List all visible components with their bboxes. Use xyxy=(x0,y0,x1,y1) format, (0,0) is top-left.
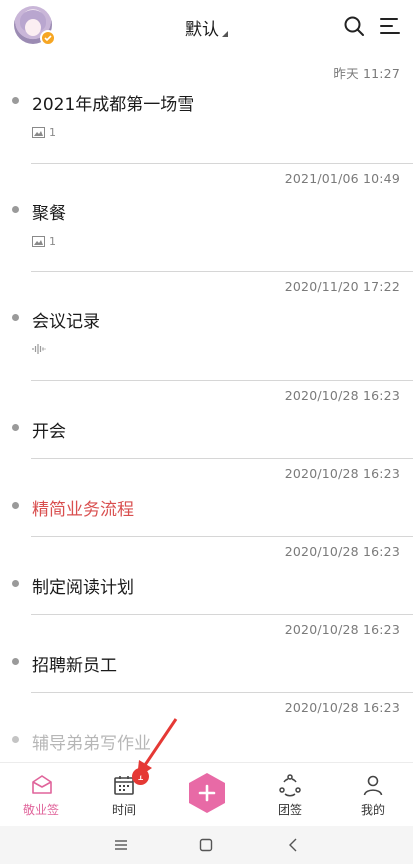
menu-icon[interactable] xyxy=(378,14,402,38)
tab-team[interactable]: 团签 xyxy=(255,763,325,827)
tab-label: 时间 xyxy=(111,803,136,817)
note-title: 开会 xyxy=(32,422,66,442)
list-item[interactable]: 2020/10/28 16:23 开会 xyxy=(0,381,413,459)
menu-nav-icon[interactable] xyxy=(114,838,128,852)
note-title: 2021年成都第一场雪 xyxy=(32,95,195,115)
notes-list: 昨天 11:27 2021年成都第一场雪 1 2021/01/06 10:49 … xyxy=(0,56,413,763)
note-time: 2020/10/28 16:23 xyxy=(284,700,400,715)
note-meta: 1 xyxy=(32,126,56,139)
note-time: 2021/01/06 10:49 xyxy=(284,171,400,186)
note-title: 辅导弟弟写作业 xyxy=(32,734,151,754)
note-title: 聚餐 xyxy=(32,204,66,224)
tab-label: 我的 xyxy=(360,803,385,817)
note-meta: 1 xyxy=(32,235,56,248)
note-time: 2020/10/28 16:23 xyxy=(284,466,400,481)
back-nav-icon[interactable] xyxy=(287,838,301,852)
note-time: 2020/11/20 17:22 xyxy=(284,279,400,294)
list-item[interactable]: 2020/10/28 16:23 制定阅读计划 xyxy=(0,537,413,615)
tab-label: 团签 xyxy=(277,803,302,817)
note-time: 2020/10/28 16:23 xyxy=(284,388,400,403)
add-icon[interactable] xyxy=(187,772,227,814)
list-item[interactable]: 2020/10/28 16:23 精简业务流程 xyxy=(0,459,413,537)
tab-profile[interactable]: 我的 xyxy=(338,763,408,827)
search-icon[interactable] xyxy=(342,14,366,38)
home-nav-icon[interactable] xyxy=(199,838,213,852)
note-title: 招聘新员工 xyxy=(32,656,117,676)
list-item[interactable]: 2020/10/28 16:23 辅导弟弟写作业 xyxy=(0,693,413,763)
bullet-dot xyxy=(12,580,19,587)
note-title: 制定阅读计划 xyxy=(32,578,134,598)
bullet-dot xyxy=(12,424,19,431)
list-item[interactable]: 昨天 11:27 2021年成都第一场雪 1 xyxy=(0,56,413,164)
tab-notes[interactable]: 敬业签 xyxy=(6,763,76,827)
team-icon xyxy=(279,774,301,797)
list-item[interactable]: 2020/10/28 16:23 招聘新员工 xyxy=(0,615,413,693)
bullet-dot xyxy=(12,97,19,104)
list-item[interactable]: 2021/01/06 10:49 聚餐 1 xyxy=(0,164,413,272)
bullet-dot xyxy=(12,206,19,213)
audio-wave-icon xyxy=(32,344,46,354)
system-nav-bar xyxy=(0,826,413,864)
note-time: 2020/10/28 16:23 xyxy=(284,622,400,637)
app-header: 默认 xyxy=(0,0,413,56)
notes-tab-icon xyxy=(32,775,52,794)
tab-time[interactable]: 时间 xyxy=(89,763,159,827)
note-title: 会议记录 xyxy=(32,312,100,332)
note-time: 2020/10/28 16:23 xyxy=(284,544,400,559)
tab-label: 敬业签 xyxy=(22,803,59,817)
note-meta xyxy=(32,343,46,355)
note-time: 昨天 11:27 xyxy=(333,66,400,81)
caret-down-icon xyxy=(222,31,228,37)
bullet-dot xyxy=(12,314,19,321)
profile-icon xyxy=(363,775,383,796)
page-title: 默认 xyxy=(185,20,219,40)
bullet-dot xyxy=(12,502,19,509)
bullet-dot xyxy=(12,658,19,665)
bullet-dot xyxy=(12,736,19,743)
notification-badge: 1 xyxy=(132,768,149,785)
image-count: 1 xyxy=(49,126,56,139)
note-title: 精简业务流程 xyxy=(32,500,134,520)
image-icon xyxy=(32,236,45,247)
list-item[interactable]: 2020/11/20 17:22 会议记录 xyxy=(0,272,413,381)
image-count: 1 xyxy=(49,235,56,248)
image-icon xyxy=(32,127,45,138)
